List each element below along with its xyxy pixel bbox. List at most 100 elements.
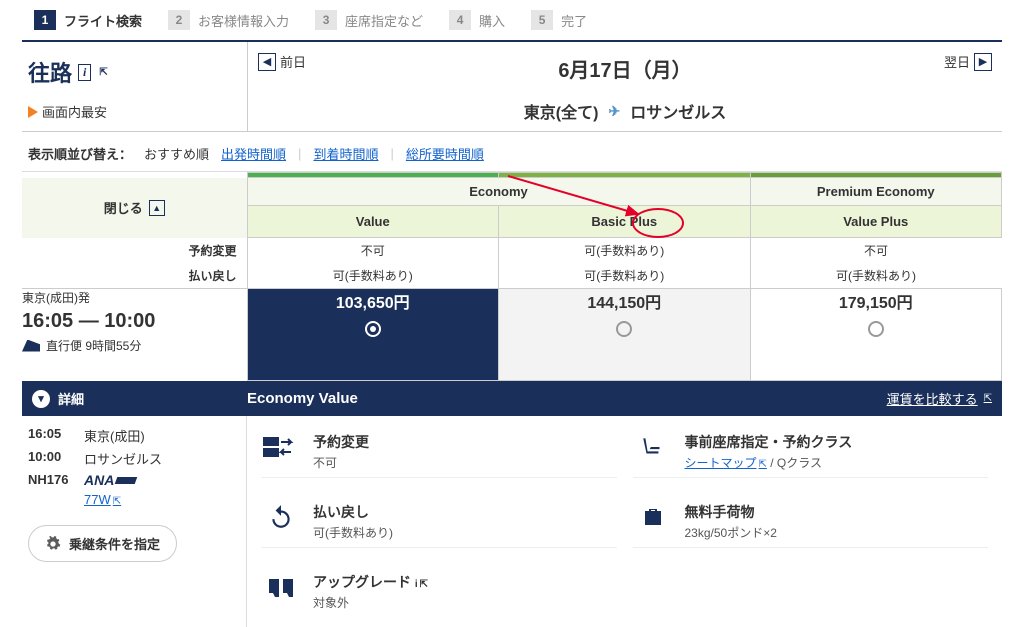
info-icon[interactable]: i — [415, 579, 418, 590]
fare-value-header: Value — [247, 206, 499, 238]
seatmap-link[interactable]: シートマップ⇱ — [685, 456, 767, 470]
next-day-button[interactable]: 翌日 ▶ — [944, 52, 992, 71]
info-refund-head: 払い戻し — [313, 502, 393, 522]
ana-logo: ANA — [84, 472, 136, 488]
flight-number: NH176 — [28, 472, 74, 488]
info-baggage: 無料手荷物23kg/50ポンド×2 — [633, 496, 989, 548]
economy-header: Economy — [247, 178, 750, 206]
baggage-icon — [633, 502, 673, 532]
sort-arrival[interactable]: 到着時間順 — [313, 144, 378, 163]
info-change-sub: 不可 — [313, 454, 369, 471]
lowest-price-legend: 画面内最安 — [28, 102, 241, 121]
close-label: 閉じる — [104, 198, 143, 217]
close-button[interactable]: 閉じる ▲ — [104, 198, 165, 217]
price-value[interactable]: 103,650円 — [247, 289, 499, 381]
seat-class: / Qクラス — [767, 456, 822, 470]
flight-duration: 直行便 9時間55分 — [22, 337, 247, 354]
selected-date: 6月17日（月） — [258, 54, 992, 83]
premium-header: Premium Economy — [750, 178, 1002, 206]
price-basicplus-amount: 144,150円 — [499, 289, 750, 313]
info-upgrade-sub: 対象外 — [313, 594, 428, 611]
arr-place: ロサンゼルス — [84, 449, 162, 468]
step-label: お客様情報入力 — [198, 11, 289, 30]
triangle-icon — [28, 106, 38, 118]
chevron-down-icon[interactable]: ▾ — [32, 390, 50, 408]
route-to: ロサンゼルス — [630, 99, 726, 123]
external-icon: ⇱ — [759, 459, 767, 470]
tail-icon — [22, 340, 40, 352]
transfer-conditions-button[interactable]: 乗継条件を指定 — [28, 525, 177, 562]
title-text: 往路 — [28, 56, 72, 88]
cond-basicplus-change: 可(手数料あり) — [499, 238, 751, 264]
info-change: 予約変更不可 — [261, 426, 617, 478]
price-value-amount: 103,650円 — [248, 289, 499, 313]
compare-fares-link[interactable]: 運賃を比較する ⇱ — [887, 389, 992, 408]
flight-direct-label: 直行便 9時間55分 — [46, 337, 141, 354]
refund-icon — [261, 502, 301, 532]
external-icon: ⇱ — [113, 496, 121, 507]
flight-origin: 東京(成田)発 — [22, 289, 247, 306]
info-change-head: 予約変更 — [313, 432, 369, 452]
step-label: 購入 — [479, 11, 505, 30]
flight-times: 16:05 — 10:00 — [22, 310, 247, 333]
price-valueplus-amount: 179,150円 — [751, 289, 1002, 313]
info-bag-sub: 23kg/50ポンド×2 — [685, 524, 777, 541]
prev-day-button[interactable]: ◀ 前日 — [258, 52, 306, 71]
price-basicplus[interactable]: 144,150円 — [499, 289, 751, 381]
change-icon — [261, 432, 301, 462]
step-4: 4購入 — [449, 10, 505, 30]
cond-value-change: 不可 — [247, 238, 499, 264]
dep-place: 東京(成田) — [84, 426, 145, 445]
plane-icon: ✈ — [608, 103, 620, 120]
transfer-label: 乗継条件を指定 — [69, 534, 160, 553]
sort-duration[interactable]: 総所要時間順 — [406, 144, 484, 163]
chevron-left-icon: ◀ — [258, 53, 276, 71]
detail-fareclass: Economy Value — [247, 390, 358, 407]
step-label: 座席指定など — [345, 11, 423, 30]
step-2: 2お客様情報入力 — [168, 10, 289, 30]
compare-label: 運賃を比較する — [887, 389, 978, 408]
step-3: 3座席指定など — [315, 10, 423, 30]
step-1: 1フライト検索 — [34, 10, 142, 30]
info-icon[interactable]: i — [78, 64, 91, 81]
page-title: 往路 i ⇱ — [28, 56, 241, 88]
radio-icon — [868, 321, 884, 337]
gear-icon — [45, 536, 61, 552]
upgrade-icon — [261, 572, 301, 602]
fare-valueplus-header: Value Plus — [750, 206, 1002, 238]
chevron-up-icon: ▲ — [149, 200, 165, 216]
info-refund-sub: 可(手数料あり) — [313, 524, 393, 541]
cond-basicplus-refund: 可(手数料あり) — [499, 263, 751, 289]
radio-icon — [616, 321, 632, 337]
sort-row: 表示順並び替え： おすすめ順 出発時間順 | 到着時間順 | 総所要時間順 — [22, 132, 1002, 172]
route-from: 東京(全て) — [524, 99, 599, 123]
fare-basicplus-header: Basic Plus — [499, 206, 751, 238]
external-icon: ⇱ — [984, 393, 992, 404]
dep-time: 16:05 — [28, 426, 74, 445]
radio-selected-icon — [365, 321, 381, 337]
info-seat-head: 事前座席指定・予約クラス — [685, 432, 853, 452]
info-refund: 払い戻し可(手数料あり) — [261, 496, 617, 548]
aircraft-link[interactable]: 77W⇱ — [84, 492, 121, 507]
seat-icon — [633, 432, 673, 462]
cond-value-refund: 可(手数料あり) — [247, 263, 499, 289]
step-label: 完了 — [561, 11, 587, 30]
info-seat: 事前座席指定・予約クラス シートマップ⇱ / Qクラス — [633, 426, 989, 478]
progress-steps: 1フライト検索 2お客様情報入力 3座席指定など 4購入 5完了 — [22, 4, 1002, 42]
sort-label: 表示順並び替え： — [28, 144, 132, 163]
cond-refund-label: 払い戻し — [22, 263, 247, 289]
arr-time: 10:00 — [28, 449, 74, 468]
info-upgrade-head: アップグレード i⇱ — [313, 572, 428, 592]
route: 東京(全て) ✈ ロサンゼルス — [258, 99, 992, 123]
detail-label: 詳細 — [58, 389, 84, 408]
step-5: 5完了 — [531, 10, 587, 30]
price-valueplus[interactable]: 179,150円 — [750, 289, 1002, 381]
sort-departure[interactable]: 出発時間順 — [221, 144, 286, 163]
external-icon: ⇱ — [99, 67, 107, 78]
chevron-right-icon: ▶ — [974, 53, 992, 71]
cond-valueplus-change: 不可 — [750, 238, 1002, 264]
cond-valueplus-refund: 可(手数料あり) — [750, 263, 1002, 289]
detail-bar: ▾ 詳細 Economy Value 運賃を比較する ⇱ — [22, 381, 1002, 416]
next-label: 翌日 — [944, 52, 970, 71]
external-icon: ⇱ — [420, 579, 428, 590]
